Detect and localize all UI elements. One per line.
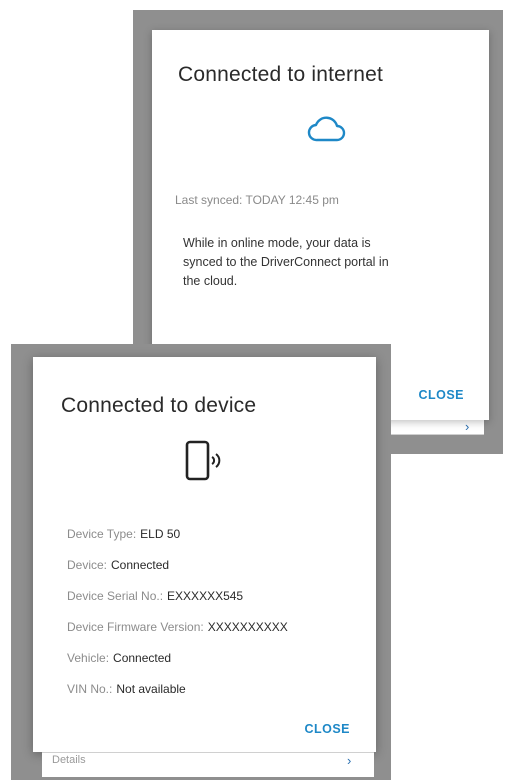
online-mode-description: While in online mode, your data is synce… (183, 236, 389, 288)
detail-label: Vehicle: (67, 651, 110, 665)
detail-row-vehicle: Vehicle: Connected (67, 651, 288, 682)
detail-value: Connected (113, 651, 172, 665)
detail-label: Device Firmware Version: (67, 620, 204, 634)
detail-row-firmware: Device Firmware Version: XXXXXXXXXX (67, 620, 288, 651)
device-status-dialog: Connected to device Device Type: ELD 50 D… (33, 357, 376, 752)
close-button[interactable]: CLOSE (304, 722, 350, 736)
detail-value: Connected (111, 558, 170, 572)
detail-row-serial: Device Serial No.: EXXXXXX545 (67, 589, 288, 620)
detail-label: VIN No.: (67, 682, 113, 696)
phone-signal-icon (185, 440, 221, 481)
last-synced-text: Last synced: TODAY 12:45 pm (175, 193, 339, 207)
detail-label: Device Type: (67, 527, 137, 541)
detail-value: Not available (116, 682, 186, 696)
close-button[interactable]: CLOSE (418, 388, 464, 402)
dialog-title: Connected to device (61, 394, 257, 417)
background-details-row[interactable]: Details › (42, 752, 374, 777)
detail-row-device: Device: Connected (67, 558, 288, 589)
chevron-right-icon: › (465, 419, 470, 434)
detail-value: XXXXXXXXXX (207, 620, 288, 634)
device-details-list: Device Type: ELD 50 Device: Connected Devi… (67, 527, 288, 713)
detail-row-vin: VIN No.: Not available (67, 682, 288, 713)
background-details-row-top (388, 420, 484, 435)
detail-row-device-type: Device Type: ELD 50 (67, 527, 288, 558)
chevron-right-icon: › (347, 753, 352, 768)
dialog-title: Connected to internet (178, 63, 384, 86)
details-label: Details (52, 754, 86, 766)
detail-label: Device Serial No.: (67, 589, 164, 603)
cloud-icon (307, 116, 346, 142)
composite-screenshot: › Connected to internet Last synced: TOD… (0, 0, 505, 781)
detail-value: EXXXXXX545 (167, 589, 244, 603)
detail-value: ELD 50 (140, 527, 181, 541)
detail-label: Device: (67, 558, 108, 572)
